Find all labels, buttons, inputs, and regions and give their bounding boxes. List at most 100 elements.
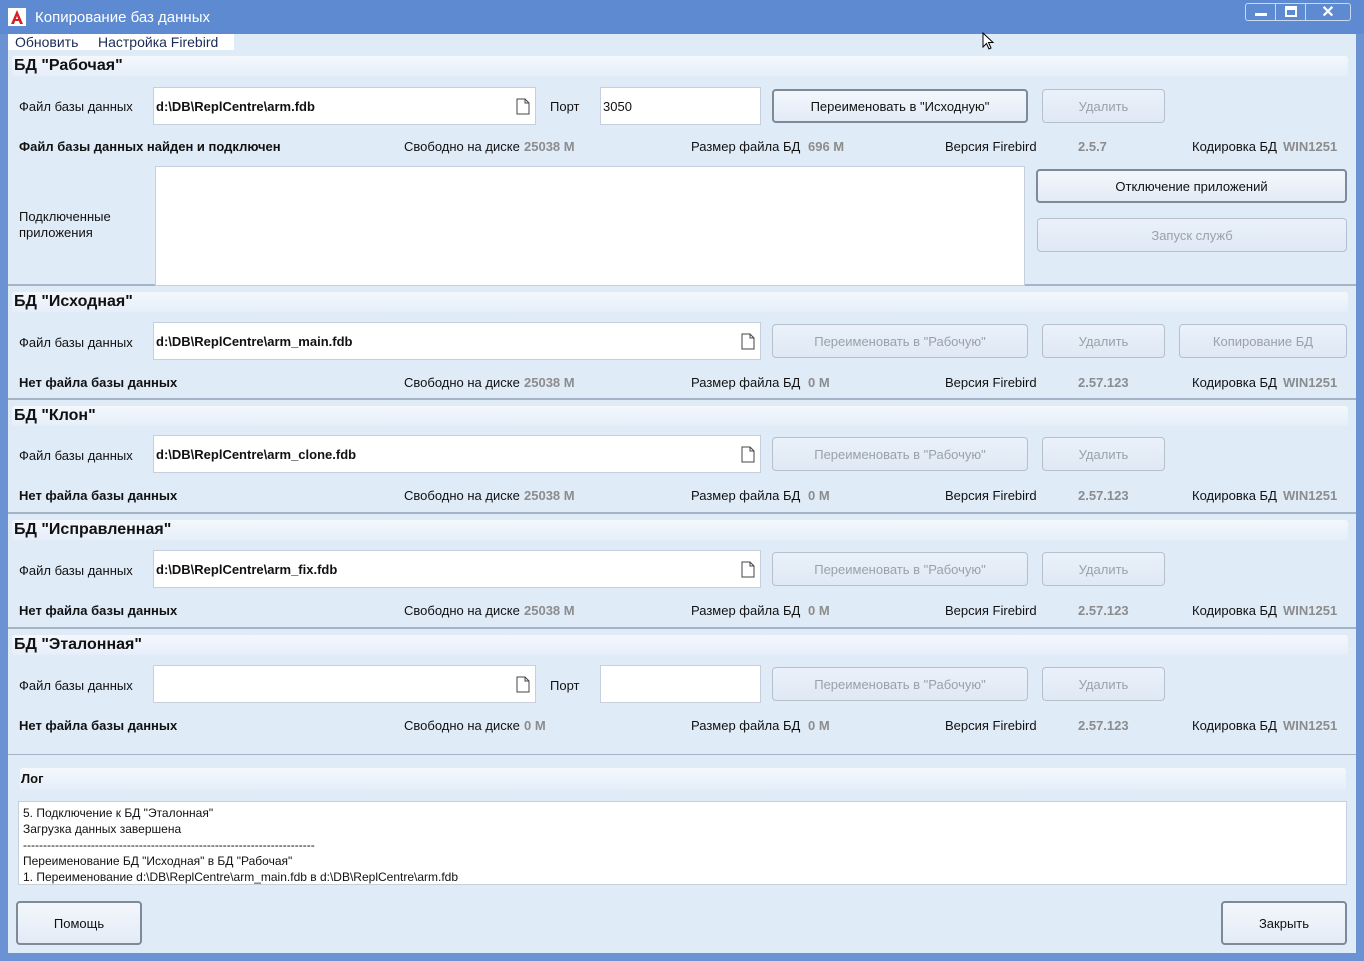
file-path-input[interactable]: d:\DB\ReplCentre\arm_main.fdb <box>153 322 761 360</box>
rename-to-working-button[interactable]: Переименовать в "Рабочую" <box>772 667 1028 701</box>
maximize-button[interactable] <box>1275 3 1305 21</box>
firebird-version-value: 2.57.123 <box>1078 488 1129 503</box>
free-space-value: 25038 М <box>524 488 575 503</box>
delete-button[interactable]: Удалить <box>1042 667 1165 701</box>
free-space-label: Свободно на диске <box>404 139 520 154</box>
client-area: Обновить Настройка Firebird БД "Рабочая"… <box>8 34 1356 953</box>
status-text: Файл базы данных найден и подключен <box>19 139 281 154</box>
delete-button[interactable]: Удалить <box>1042 552 1165 586</box>
status-text: Нет файла базы данных <box>19 375 178 390</box>
port-label: Порт <box>550 99 580 114</box>
rename-to-working-button[interactable]: Переименовать в "Рабочую" <box>772 552 1028 586</box>
section-header: БД "Исправленная" <box>12 520 1348 540</box>
title-bar: Копирование баз данных ✕ <box>0 0 1364 34</box>
encoding-value: WIN1251 <box>1283 603 1338 618</box>
section-reference-db: БД "Эталонная" Файл базы данных Порт Пер… <box>8 631 1356 755</box>
window-title: Копирование баз данных <box>35 9 210 26</box>
status-text: Нет файла базы данных <box>19 603 178 618</box>
file-size-label: Размер файла <box>691 375 780 390</box>
delete-button[interactable]: Удалить <box>1042 89 1165 123</box>
menu-firebird-settings[interactable]: Настройка Firebird <box>98 34 218 50</box>
free-space-label: Свободно на диске <box>404 375 520 390</box>
browse-file-icon[interactable] <box>516 98 530 115</box>
port-input[interactable]: 3050 <box>600 87 761 125</box>
free-space-label: Свободно на диске <box>404 603 520 618</box>
file-label: Файл базы данных <box>19 99 133 114</box>
connected-apps-label: Подключенные приложения <box>19 209 111 240</box>
free-space-value: 25038 М <box>524 139 575 154</box>
firebird-version-value: 2.57.123 <box>1078 718 1129 733</box>
file-label: Файл базы данных <box>19 563 133 578</box>
firebird-version-label: Версия Firebird <box>945 488 1037 503</box>
section-title: БД "Исходная" <box>14 293 133 310</box>
rename-to-working-button[interactable]: Переименовать в "Рабочую" <box>772 437 1028 471</box>
status-text: Нет файла базы данных <box>19 488 178 503</box>
file-path-input[interactable] <box>153 665 536 703</box>
port-input[interactable] <box>600 665 761 703</box>
file-size-label: Размер файла <box>691 603 780 618</box>
copy-db-button[interactable]: Копирование БД <box>1179 324 1347 358</box>
log-header: Лог <box>20 768 1346 790</box>
start-services-button[interactable]: Запуск служб <box>1037 218 1347 252</box>
file-label: Файл базы данных <box>19 335 133 350</box>
file-path-value: d:\DB\ReplCentre\arm_clone.fdb <box>156 447 357 462</box>
free-space-label: Свободно на диске <box>404 718 520 733</box>
connected-apps-list[interactable] <box>155 166 1025 286</box>
section-title: БД "Рабочая" <box>14 57 123 74</box>
file-size-value: 0 М <box>808 603 830 618</box>
section-title: БД "Эталонная" <box>14 636 142 653</box>
file-path-input[interactable]: d:\DB\ReplCentre\arm_clone.fdb <box>153 435 761 473</box>
close-window-button[interactable]: ✕ <box>1305 3 1351 21</box>
encoding-value: WIN1251 <box>1283 718 1338 733</box>
section-working-db: БД "Рабочая" Файл базы данных d:\DB\Repl… <box>8 52 1356 286</box>
encoding-value: WIN1251 <box>1283 375 1338 390</box>
encoding-value: WIN1251 <box>1283 488 1338 503</box>
encoding-value: WIN1251 <box>1283 139 1338 154</box>
app-logo-icon <box>8 8 26 26</box>
file-size-value: 0 М <box>808 375 830 390</box>
section-header: БД "Рабочая" <box>12 56 1348 76</box>
close-icon: ✕ <box>1321 4 1335 21</box>
rename-to-source-button[interactable]: Переименовать в "Исходную" <box>772 89 1028 123</box>
firebird-version-label: Версия Firebird <box>945 139 1037 154</box>
firebird-version-label: Версия Firebird <box>945 375 1037 390</box>
firebird-version-value: 2.5.7 <box>1078 139 1107 154</box>
section-title: БД "Исправленная" <box>14 521 172 538</box>
delete-button[interactable]: Удалить <box>1042 324 1165 358</box>
help-button[interactable]: Помощь <box>16 901 142 945</box>
encoding-label: Кодировка БД <box>1192 139 1277 154</box>
browse-file-icon[interactable] <box>741 333 755 350</box>
browse-file-icon[interactable] <box>741 446 755 463</box>
section-title: БД "Клон" <box>14 407 96 424</box>
file-path-value: d:\DB\ReplCentre\arm_main.fdb <box>156 334 353 349</box>
encoding-label: Кодировка БД <box>1192 488 1277 503</box>
menu-refresh[interactable]: Обновить <box>15 34 78 50</box>
file-size-label: Размер файла <box>691 718 780 733</box>
maximize-icon <box>1284 6 1297 17</box>
db-label: БД <box>783 139 801 154</box>
encoding-label: Кодировка БД <box>1192 603 1277 618</box>
free-space-label: Свободно на диске <box>404 488 520 503</box>
menu-bar: Обновить Настройка Firebird <box>8 34 1356 50</box>
encoding-label: Кодировка БД <box>1192 718 1277 733</box>
delete-button[interactable]: Удалить <box>1042 437 1165 471</box>
file-path-input[interactable]: d:\DB\ReplCentre\arm.fdb <box>153 87 536 125</box>
file-label: Файл базы данных <box>19 678 133 693</box>
db-label: БД <box>783 488 801 503</box>
rename-to-working-button[interactable]: Переименовать в "Рабочую" <box>772 324 1028 358</box>
file-size-value: 0 М <box>808 718 830 733</box>
file-path-input[interactable]: d:\DB\ReplCentre\arm_fix.fdb <box>153 550 761 588</box>
log-output[interactable]: 5. Подключение к БД "Эталонная" Загрузка… <box>18 801 1347 885</box>
free-space-value: 25038 М <box>524 375 575 390</box>
browse-file-icon[interactable] <box>741 561 755 578</box>
file-size-label: Размер файла <box>691 488 780 503</box>
firebird-version-label: Версия Firebird <box>945 603 1037 618</box>
close-button[interactable]: Закрыть <box>1221 901 1347 945</box>
browse-file-icon[interactable] <box>516 676 530 693</box>
minimize-button[interactable] <box>1245 3 1275 21</box>
disconnect-apps-button[interactable]: Отключение приложений <box>1036 169 1347 203</box>
section-header: БД "Исходная" <box>12 292 1348 312</box>
section-header: БД "Эталонная" <box>12 635 1348 655</box>
encoding-label: Кодировка БД <box>1192 375 1277 390</box>
file-path-value: d:\DB\ReplCentre\arm.fdb <box>156 99 315 114</box>
